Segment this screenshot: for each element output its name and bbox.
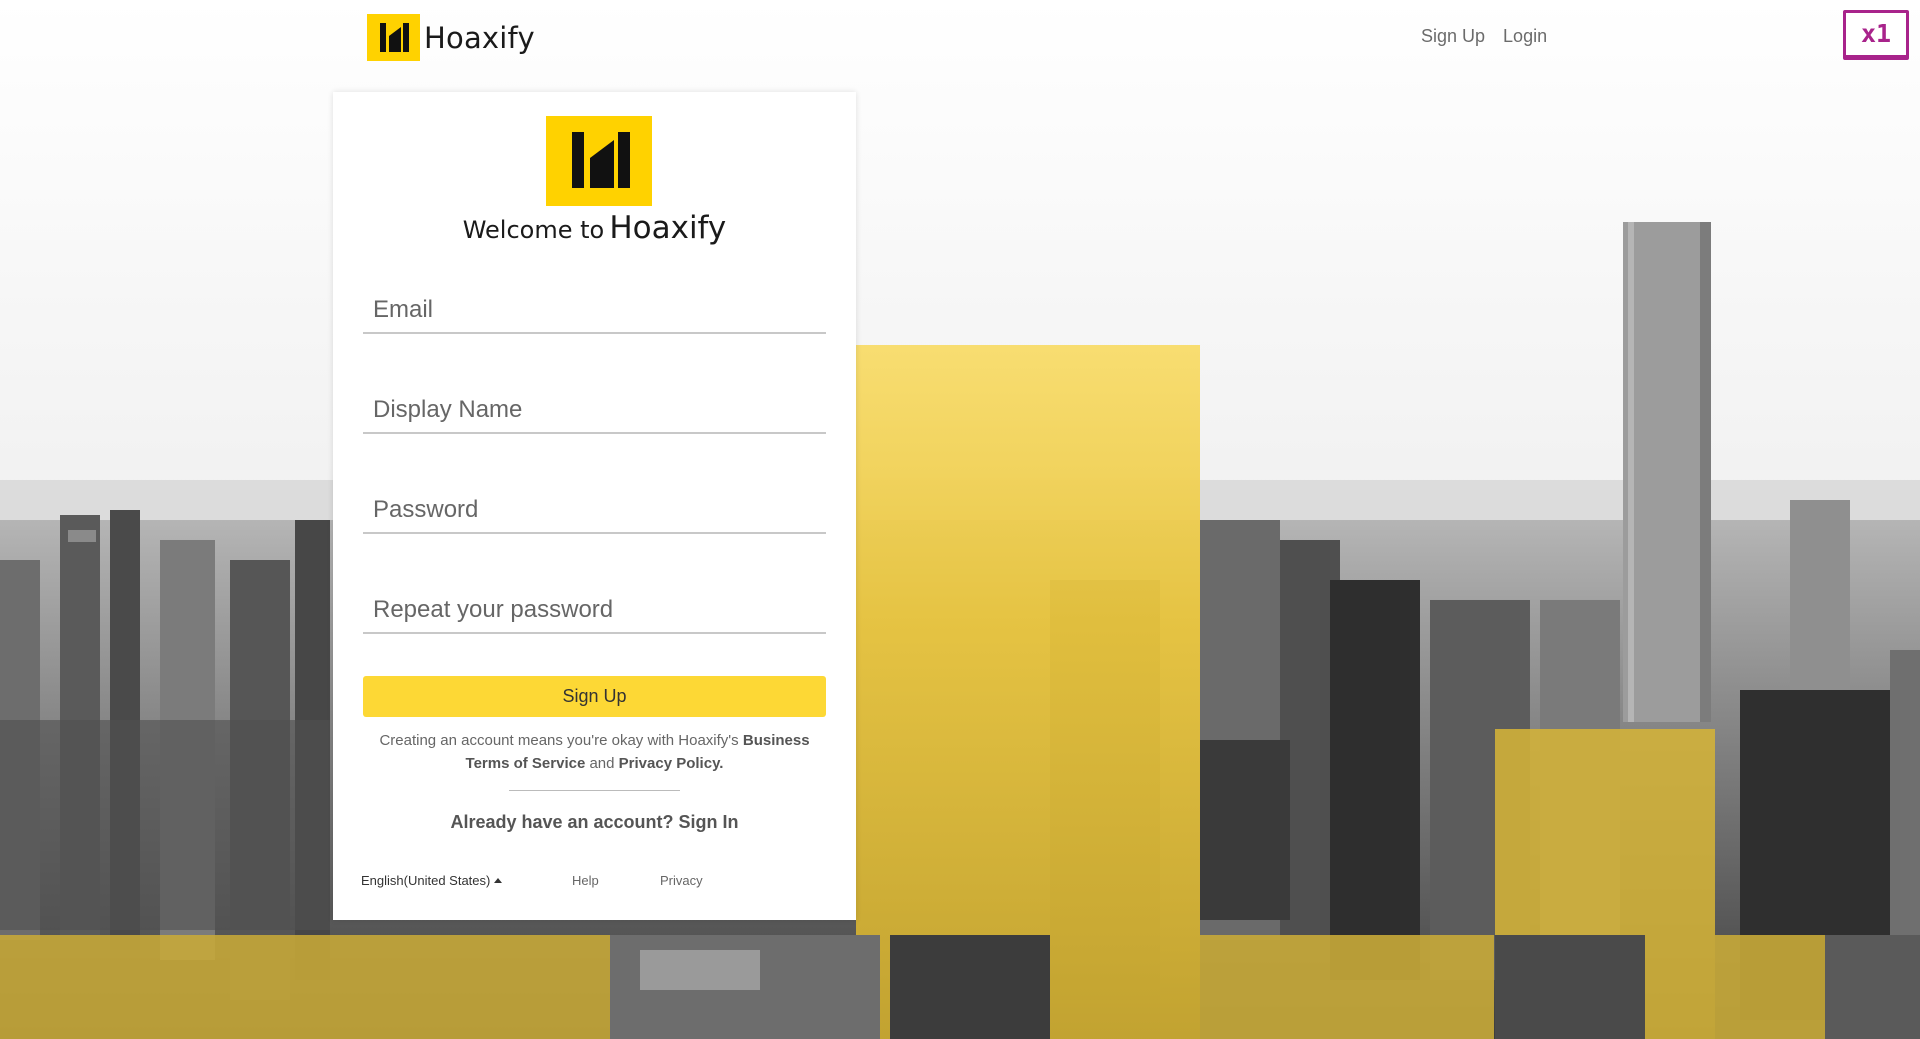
brand-link[interactable]: Hoaxify: [367, 14, 535, 61]
nav-login-link[interactable]: Login: [1503, 26, 1547, 47]
repeat-password-input[interactable]: [363, 588, 826, 632]
terms-and: and: [589, 755, 615, 772]
top-navbar: Hoaxify Sign Up Login x1: [0, 0, 1920, 76]
city-skyline-graphic: [0, 0, 1920, 1039]
password-field-wrapper: [363, 488, 826, 534]
welcome-prefix: Welcome to: [462, 216, 605, 244]
privacy-policy-link[interactable]: Privacy Policy.: [619, 755, 724, 772]
hoaxify-card-logo-icon: [546, 116, 652, 206]
welcome-heading: Welcome to Hoaxify: [333, 210, 856, 246]
signup-button[interactable]: Sign Up: [363, 676, 826, 717]
privacy-link[interactable]: Privacy: [660, 873, 703, 888]
hoaxify-logo-icon: [367, 14, 420, 61]
nav-links: Sign Up Login: [1421, 26, 1547, 47]
repeat-password-field-wrapper: [363, 588, 826, 634]
terms-text: Creating an account means you're okay wi…: [363, 729, 826, 775]
signin-link[interactable]: Already have an account? Sign In: [333, 812, 856, 833]
email-field-wrapper: [363, 288, 826, 334]
background-city-image: [0, 0, 1920, 1039]
brand-name: Hoaxify: [424, 20, 535, 55]
display-name-field-wrapper: [363, 388, 826, 434]
language-selector[interactable]: English(United States): [361, 873, 503, 888]
caret-up-icon: [494, 878, 503, 883]
signup-card: Welcome to Hoaxify Sign Up Creating an a…: [333, 92, 856, 920]
welcome-brand: Hoaxify: [609, 210, 727, 246]
divider: [509, 790, 680, 791]
display-name-input[interactable]: [363, 388, 826, 432]
language-label: English(United States): [361, 873, 491, 888]
zoom-level-badge: x1: [1843, 10, 1909, 60]
help-link[interactable]: Help: [572, 873, 599, 888]
nav-signup-link[interactable]: Sign Up: [1421, 26, 1485, 47]
password-input[interactable]: [363, 488, 826, 532]
email-input[interactable]: [363, 288, 826, 332]
terms-prefix: Creating an account means you're okay wi…: [379, 732, 739, 749]
